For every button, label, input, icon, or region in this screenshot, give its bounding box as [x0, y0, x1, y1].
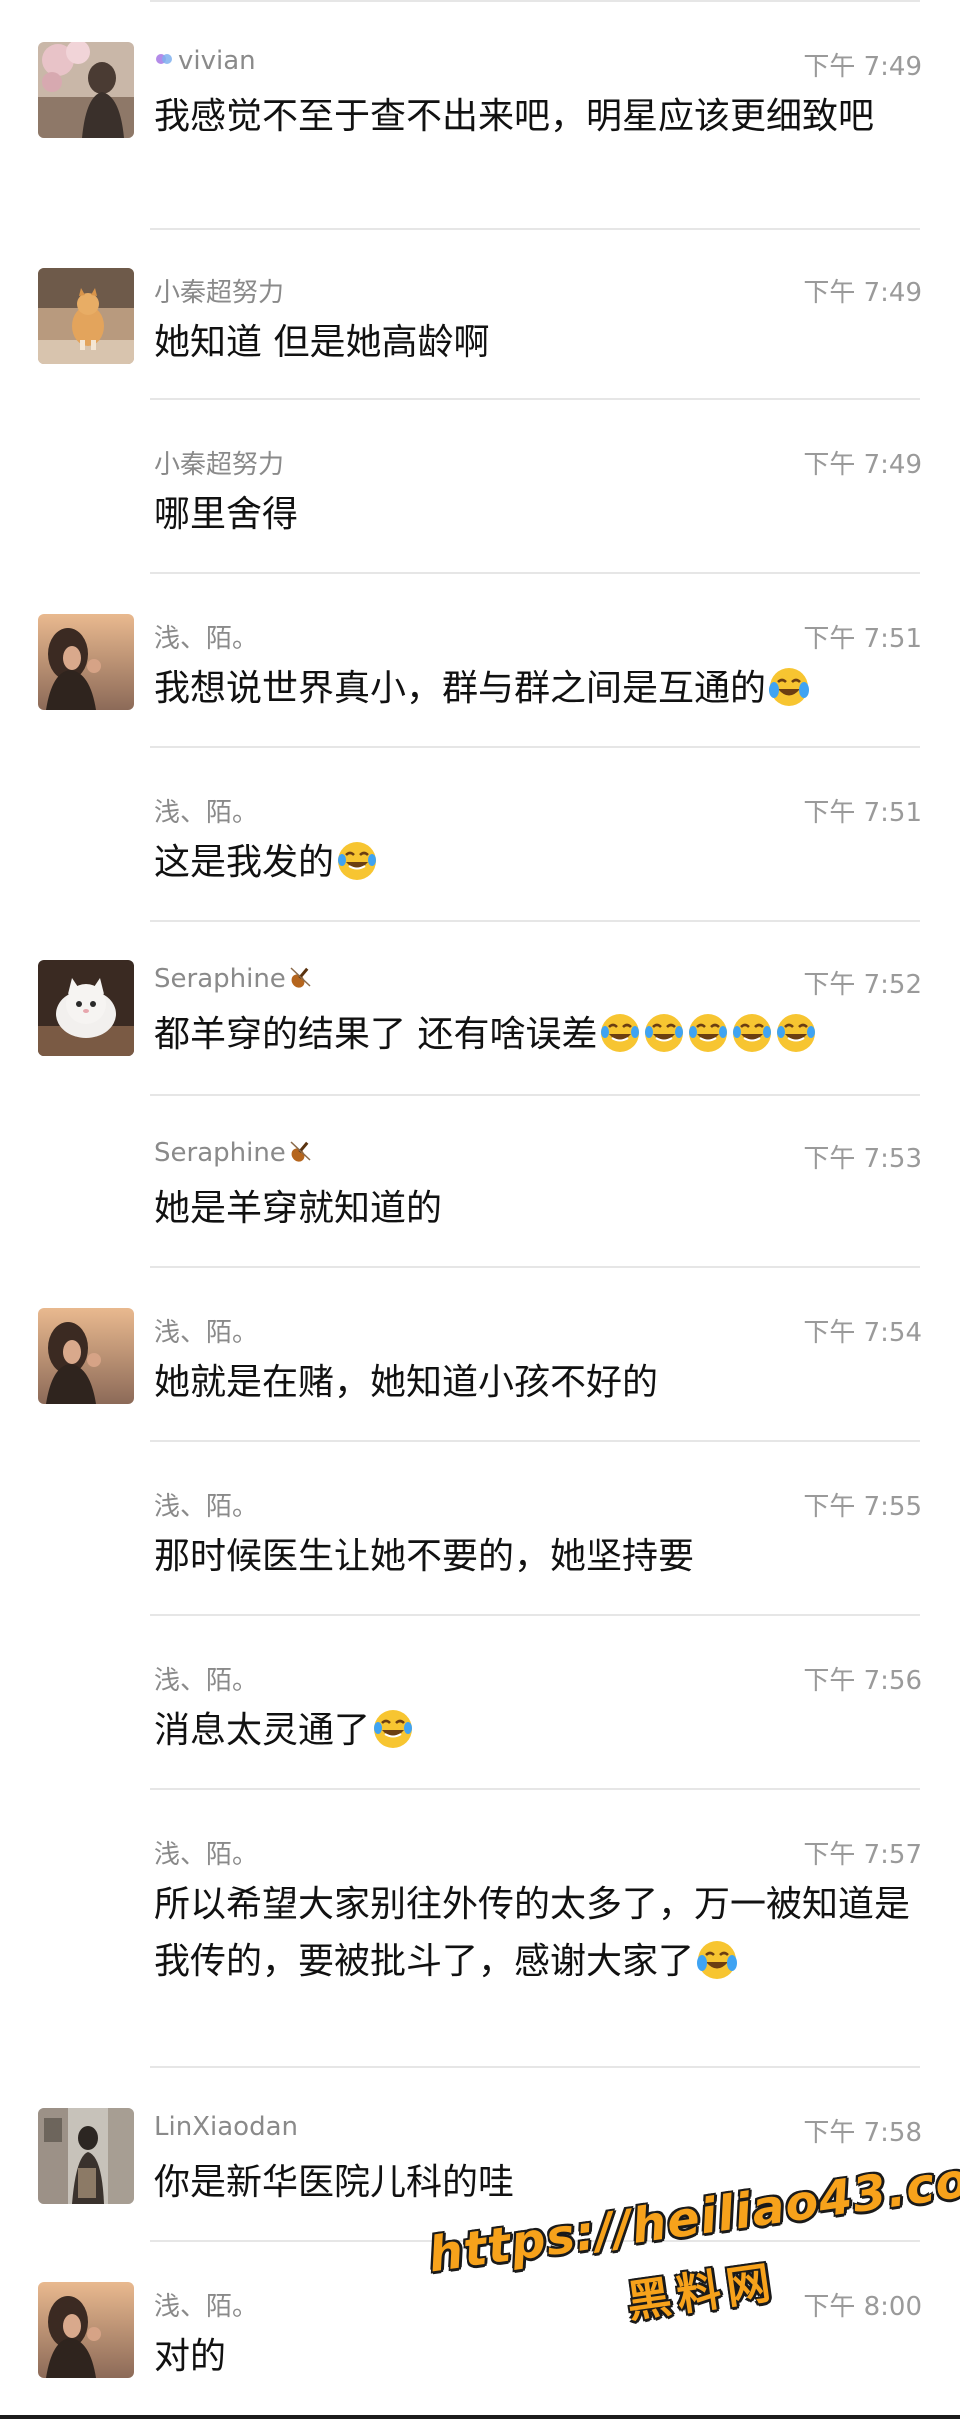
divider: [150, 572, 920, 574]
message-text-content: 我想说世界真小，群与群之间是互通的: [154, 668, 767, 709]
tears-of-joy-emoji-icon: [338, 842, 377, 880]
message-time: 下午 7:57: [803, 1840, 922, 1870]
heart-icon: [156, 54, 172, 64]
message-time: 下午 7:49: [803, 450, 922, 480]
sender-name[interactable]: 浅、陌。: [154, 1486, 258, 1523]
bottom-edge: [0, 2415, 960, 2419]
message-text: 这是我发的: [154, 834, 914, 891]
tears-of-joy-emoji-icon: [777, 1014, 816, 1052]
message-time: 下午 7:49: [803, 52, 922, 82]
sender-name[interactable]: vivian: [154, 46, 256, 76]
avatar[interactable]: [38, 268, 134, 364]
avatar[interactable]: [38, 960, 134, 1056]
violin-icon: [290, 967, 311, 988]
divider: [150, 1266, 920, 1268]
message-time: 下午 7:51: [803, 798, 922, 828]
sender-name[interactable]: 小秦超努力: [154, 272, 284, 309]
avatar[interactable]: [38, 2108, 134, 2204]
sender-name[interactable]: 小秦超努力: [154, 444, 284, 481]
sender-name-label: Seraphine: [154, 1138, 286, 1168]
sender-name[interactable]: Seraphine: [154, 964, 314, 994]
message-text-content: 消息太灵通了: [154, 1710, 371, 1751]
divider: [150, 398, 920, 400]
emoji-group: [597, 1014, 817, 1055]
message-text: 她就是在赌，她知道小孩不好的: [154, 1362, 659, 1403]
message-time: 下午 7:53: [803, 1144, 922, 1174]
message-time: 下午 7:55: [803, 1492, 922, 1522]
tears-of-joy-emoji-icon: [733, 1014, 772, 1052]
divider: [150, 920, 920, 922]
avatar[interactable]: [38, 42, 134, 138]
avatar[interactable]: [38, 1308, 134, 1404]
sender-name[interactable]: 浅、陌。: [154, 618, 258, 655]
message-time: 下午 7:49: [803, 278, 922, 308]
message-time: 下午 7:51: [803, 624, 922, 654]
message-time: 下午 7:56: [803, 1666, 922, 1696]
divider: [150, 228, 920, 230]
tears-of-joy-emoji-icon: [645, 1014, 684, 1052]
message-text-content: 都羊穿的结果了 还有啥误差: [154, 1014, 598, 1055]
avatar[interactable]: [38, 2282, 134, 2378]
divider: [150, 2066, 920, 2068]
sender-name-label: Seraphine: [154, 964, 286, 994]
message-text-content: 所以希望大家别往外传的太多了，万一被知道是我传的，要被批斗了，感谢大家了: [154, 1884, 911, 1982]
divider: [150, 746, 920, 748]
message-time: 下午 7:54: [803, 1318, 922, 1348]
message-text: 她是羊穿就知道的: [154, 1188, 443, 1229]
sender-name[interactable]: 浅、陌。: [154, 2286, 258, 2323]
message-time: 下午 7:52: [803, 970, 922, 1000]
message-text: 我想说世界真小，群与群之间是互通的: [154, 660, 914, 717]
sender-name[interactable]: 浅、陌。: [154, 792, 258, 829]
sender-name[interactable]: 浅、陌。: [154, 1312, 258, 1349]
tears-of-joy-emoji-icon: [601, 1014, 640, 1052]
divider: [150, 1440, 920, 1442]
message-text: 我感觉不至于查不出来吧，明星应该更细致吧: [154, 96, 875, 137]
avatar[interactable]: [38, 614, 134, 710]
sender-name[interactable]: Seraphine: [154, 1138, 314, 1168]
message-text: 都羊穿的结果了 还有啥误差: [154, 1006, 914, 1063]
crying-laughing-emoji-icon: [769, 668, 810, 706]
divider: [150, 1788, 920, 1790]
message-text-content: 这是我发的: [154, 842, 335, 883]
sender-name-label: vivian: [178, 46, 256, 76]
message-text: 哪里舍得: [154, 494, 299, 535]
message-text: 消息太灵通了: [154, 1702, 914, 1759]
sender-name[interactable]: LinXiaodan: [154, 2112, 298, 2142]
sender-name[interactable]: 浅、陌。: [154, 1660, 258, 1697]
message-text: 所以希望大家别往外传的太多了，万一被知道是我传的，要被批斗了，感谢大家了: [154, 1876, 914, 1990]
crying-laughing-emoji-icon: [697, 1941, 738, 1979]
message-text: 那时候医生让她不要的，她坚持要: [154, 1536, 695, 1577]
chat-history: vivian 下午 7:49 我感觉不至于查不出来吧，明星应该更细致吧 小秦超努…: [0, 0, 960, 2419]
tears-of-joy-emoji-icon: [689, 1014, 728, 1052]
divider: [150, 1094, 920, 1096]
watermark-label: 黑料网: [623, 2256, 780, 2329]
message-time: 下午 7:58: [803, 2118, 922, 2148]
divider: [150, 0, 920, 2]
divider: [150, 1614, 920, 1616]
sender-name[interactable]: 浅、陌。: [154, 1834, 258, 1871]
violin-icon: [290, 1141, 311, 1162]
tears-of-joy-emoji-icon: [374, 1710, 413, 1748]
message-text: 她知道 但是她高龄啊: [154, 322, 490, 363]
